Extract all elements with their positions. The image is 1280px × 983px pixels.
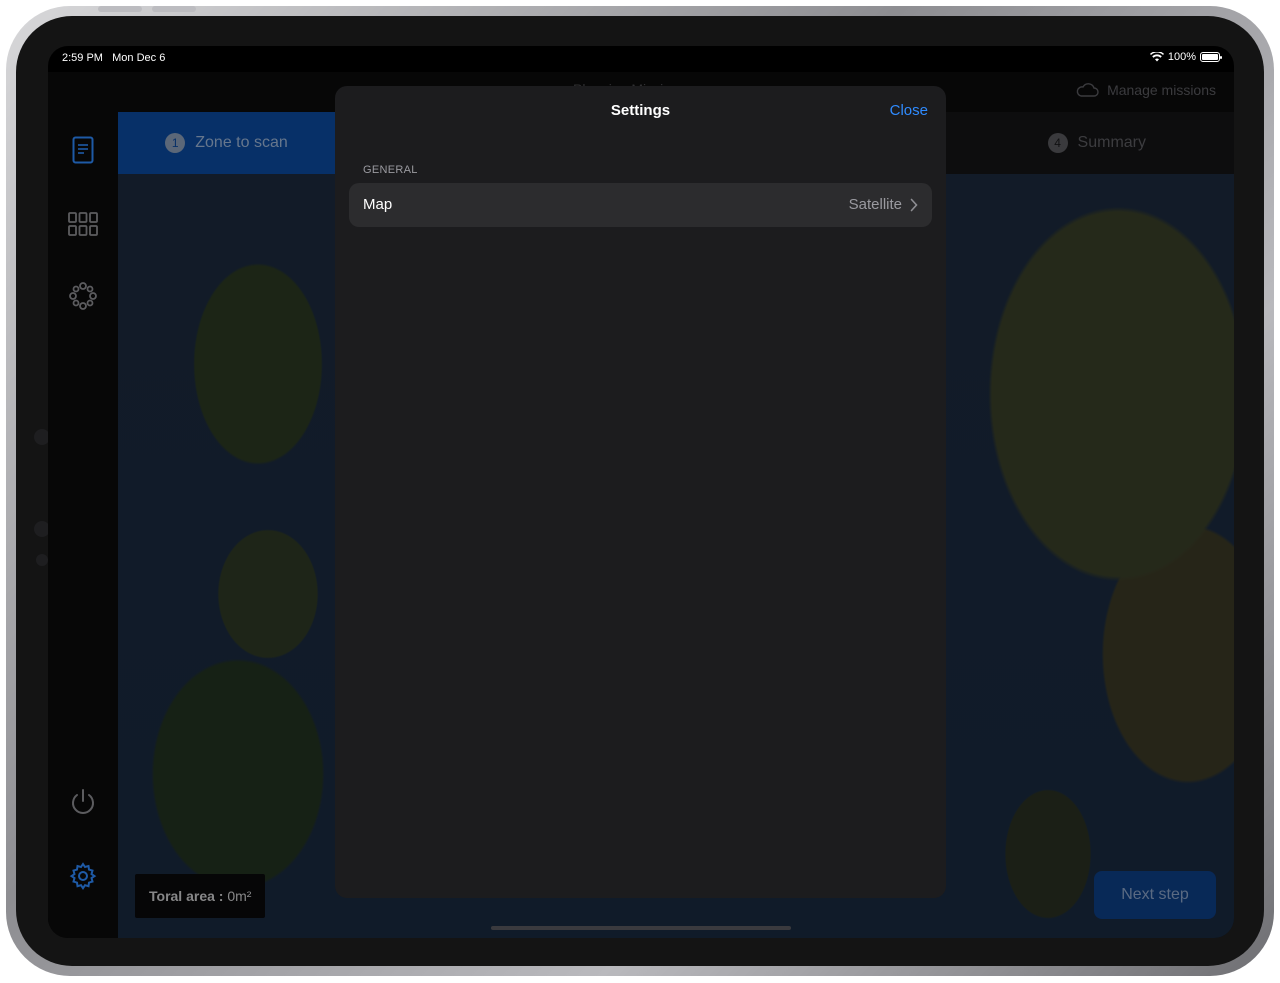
home-indicator[interactable] [491, 926, 791, 930]
volume-button [98, 6, 142, 12]
status-time: 2:59 PM Mon Dec 6 [62, 52, 165, 64]
status-indicators: 100% [1149, 51, 1222, 63]
side-sensor [36, 554, 48, 566]
close-button[interactable]: Close [890, 102, 928, 119]
wifi-icon [1149, 52, 1164, 62]
settings-modal: Settings Close GENERAL Map Satellite [335, 86, 946, 898]
battery-icon [1200, 52, 1222, 62]
battery-percent: 100% [1167, 51, 1196, 63]
section-header: GENERAL [363, 164, 418, 176]
chevron-right-icon [910, 198, 918, 212]
screen: Planning Mission Manage missions 1 Zone … [48, 46, 1234, 938]
row-label: Map [363, 196, 393, 213]
status-bar: 2:59 PM Mon Dec 6 100% [48, 46, 1234, 72]
power-button [152, 6, 196, 12]
row-value: Satellite [848, 196, 902, 213]
settings-row-map[interactable]: Map Satellite [349, 183, 932, 227]
status-date-text: Mon Dec 6 [112, 52, 166, 64]
modal-title: Settings [610, 102, 671, 119]
status-time-text: 2:59 PM [62, 52, 103, 64]
